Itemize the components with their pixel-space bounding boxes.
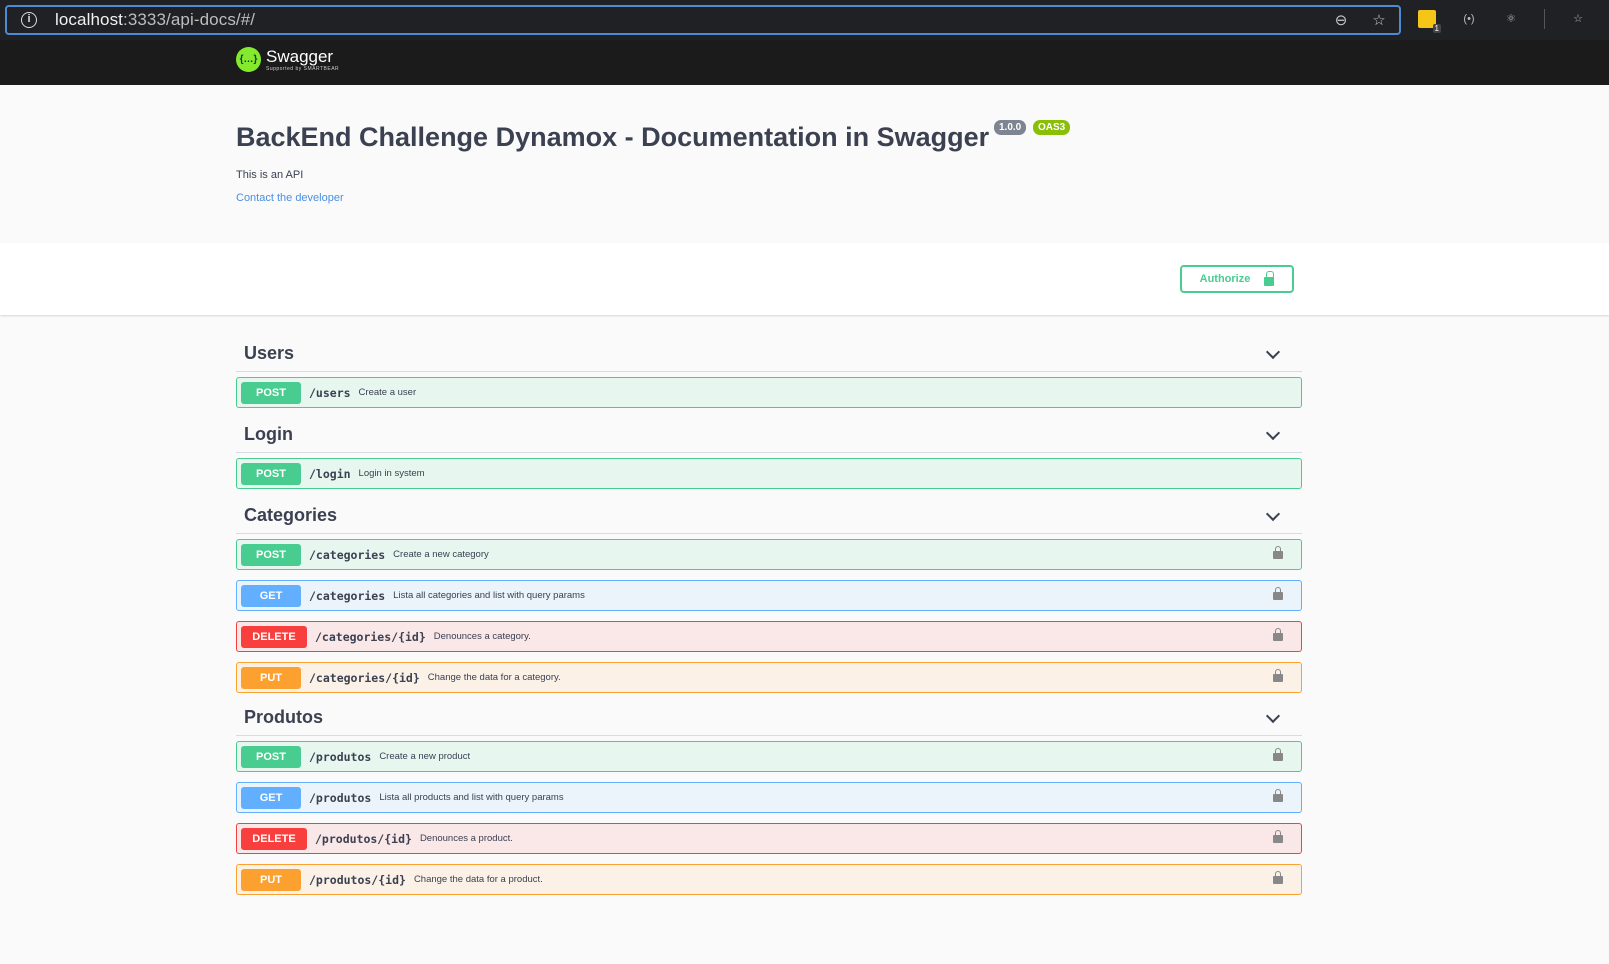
http-method-badge: GET: [241, 584, 301, 607]
sticky-notes-extension-icon[interactable]: 1: [1418, 10, 1441, 33]
http-method-badge: POST: [241, 745, 301, 768]
api-description: This is an API: [236, 169, 304, 181]
operation-path: /categories/{id}: [309, 670, 420, 685]
tag-header[interactable]: Produtos: [236, 689, 1302, 736]
browser-toolbar: i localhost:3333/api-docs/#/ ⊖ ☆ 1 (•) ⚛…: [0, 0, 1609, 40]
tag-header[interactable]: Categories: [236, 487, 1302, 534]
operation-summary: Lista all categories and list with query…: [393, 590, 585, 601]
tag-header[interactable]: Login: [236, 406, 1302, 453]
lock-icon[interactable]: [1273, 546, 1283, 559]
tag-name: Login: [244, 424, 293, 444]
scheme-container: Authorize: [0, 243, 1609, 315]
lock-icon[interactable]: [1273, 748, 1283, 761]
operation-get-row[interactable]: GET/categories Lista all categories and l…: [236, 580, 1302, 611]
operation-summary: Create a new product: [379, 751, 471, 762]
operation-path: /login: [309, 466, 351, 481]
api-info: BackEnd Challenge Dynamox - Documentatio…: [0, 85, 1609, 243]
tag-section-produtos: Produtos POST/produtos Create a new produc…: [236, 689, 1302, 895]
operation-post-row[interactable]: POST/produtos Create a new product: [236, 741, 1302, 772]
http-method-badge: POST: [241, 462, 301, 485]
zoom-out-icon[interactable]: ⊖: [1331, 11, 1351, 31]
lock-icon[interactable]: [1273, 587, 1283, 600]
tag-name: Categories: [244, 505, 338, 525]
operation-delete-row[interactable]: DELETE/categories/{id} Denounces a catego…: [236, 621, 1302, 652]
operation-post-row[interactable]: POST/login Login in system: [236, 458, 1302, 489]
operation-path: /produtos/{id}: [309, 872, 406, 887]
chevron-down-icon[interactable]: [1265, 506, 1281, 522]
lock-icon[interactable]: [1273, 628, 1283, 641]
lock-icon[interactable]: [1273, 830, 1283, 843]
operation-summary: Change the data for a product.: [413, 874, 543, 885]
site-info-icon[interactable]: i: [21, 12, 37, 28]
chevron-down-icon[interactable]: [1265, 708, 1281, 724]
tag-name: Users: [244, 343, 295, 363]
tag-name: Produtos: [244, 707, 323, 727]
operation-summary: Change the data for a category.: [427, 672, 561, 683]
add-favorite-icon[interactable]: ☆: [1369, 11, 1389, 31]
page-title: BackEnd Challenge Dynamox - Documentatio…: [236, 122, 990, 152]
logo-name: Swagger: [266, 46, 334, 66]
react-devtools-icon[interactable]: ⚛: [1502, 10, 1520, 28]
operation-post-row[interactable]: POST/users Create a user: [236, 377, 1302, 408]
address-bar[interactable]: i localhost:3333/api-docs/#/ ⊖ ☆: [5, 5, 1401, 35]
swagger-logo-icon: {…}: [236, 47, 261, 72]
operation-post-row[interactable]: POST/categories Create a new category: [236, 539, 1302, 570]
lock-icon[interactable]: [1273, 669, 1283, 682]
chevron-down-icon[interactable]: [1265, 344, 1281, 360]
operation-delete-row[interactable]: DELETE/produtos/{id} Denounces a product.: [236, 823, 1302, 854]
operation-summary: Lista all products and list with query p…: [379, 792, 564, 803]
swagger-logo[interactable]: {…} Swagger Supported by SMARTBEAR: [236, 47, 339, 72]
http-method-badge: POST: [241, 381, 301, 404]
operation-path: /users: [309, 385, 351, 400]
url-text[interactable]: localhost:3333/api-docs/#/: [55, 10, 255, 30]
http-method-badge: GET: [241, 786, 301, 809]
logo-subtitle: Supported by SMARTBEAR: [266, 65, 340, 72]
operation-summary: Login in system: [358, 468, 425, 479]
http-method-badge: PUT: [241, 666, 301, 689]
operation-get-row[interactable]: GET/produtos Lista all products and list …: [236, 782, 1302, 813]
http-method-badge: DELETE: [241, 625, 307, 648]
extension-icon[interactable]: (•): [1460, 10, 1478, 28]
http-method-badge: PUT: [241, 868, 301, 891]
authorize-label: Authorize: [1199, 273, 1251, 285]
operation-path: /produtos: [309, 749, 372, 764]
operation-path: /categories: [309, 588, 386, 603]
operation-summary: Create a new category: [393, 549, 489, 560]
authorize-button[interactable]: Authorize: [1180, 265, 1294, 293]
oas-badge: OAS3: [1033, 120, 1071, 135]
operation-summary: Create a user: [358, 387, 417, 398]
lock-icon[interactable]: [1273, 789, 1283, 802]
tag-section-login: Login POST/login Login in system: [236, 406, 1302, 489]
lock-icon[interactable]: [1273, 871, 1283, 884]
operation-summary: Denounces a category.: [433, 631, 531, 642]
unlocked-icon: [1264, 270, 1275, 286]
operation-path: /produtos: [309, 790, 372, 805]
swagger-topbar: {…} Swagger Supported by SMARTBEAR: [0, 40, 1609, 85]
operation-path: /produtos/{id}: [315, 831, 412, 846]
operation-summary: Denounces a product.: [419, 833, 513, 844]
operation-put-row[interactable]: PUT/produtos/{id} Change the data for a p…: [236, 864, 1302, 895]
favorites-icon[interactable]: ☆: [1569, 10, 1587, 28]
tag-section-users: Users POST/users Create a user: [236, 325, 1302, 408]
http-method-badge: DELETE: [241, 827, 307, 850]
toolbar-divider: [1544, 9, 1545, 29]
operation-path: /categories/{id}: [315, 629, 426, 644]
tag-section-categories: Categories POST/categories Create a new ca…: [236, 487, 1302, 693]
contact-developer-link[interactable]: Contact the developer: [236, 192, 344, 204]
http-method-badge: POST: [241, 543, 301, 566]
chevron-down-icon[interactable]: [1265, 425, 1281, 441]
version-badge: 1.0.0: [994, 120, 1027, 135]
operation-path: /categories: [309, 547, 386, 562]
tag-header[interactable]: Users: [236, 325, 1302, 372]
